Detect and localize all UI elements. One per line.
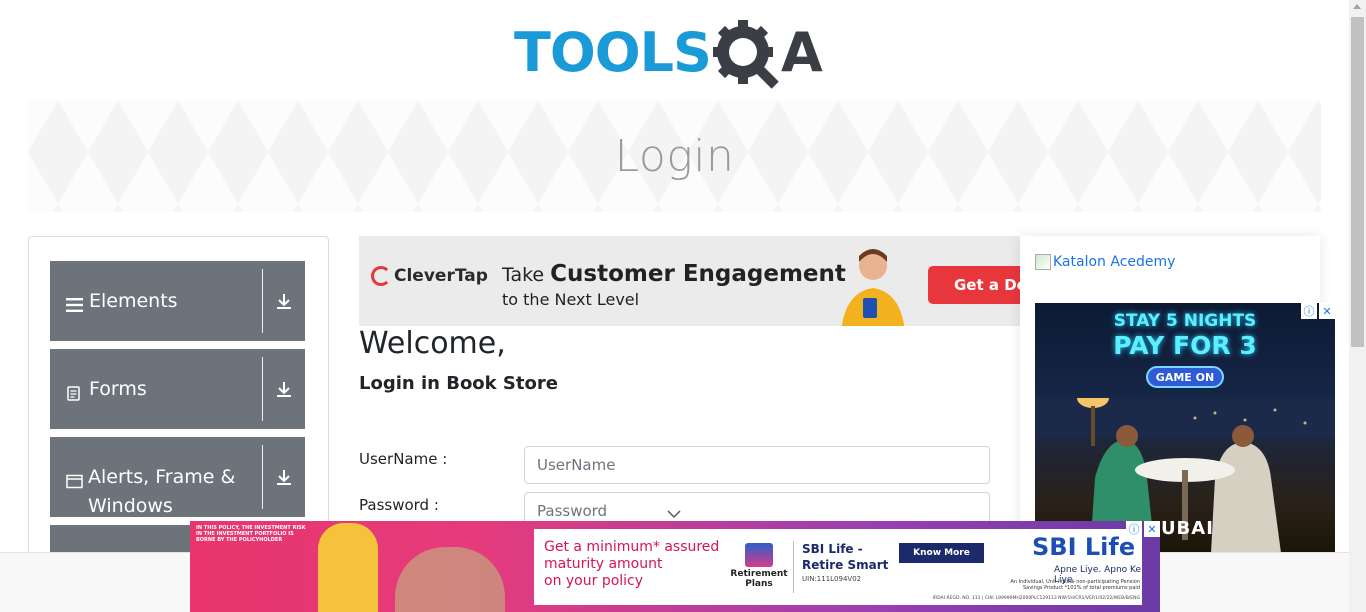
left-sidebar: Elements Forms Alerts, Frame & Windows [28,236,329,566]
woman-with-phone-image [841,249,905,326]
palm-tree-icon [745,543,773,567]
ad-disclaimer: IN THIS POLICY, THE INVESTMENT RISK IN T… [196,525,306,543]
product-uin: UIN:111L094V02 [802,575,862,583]
login-subtitle: Login in Book Store [359,373,558,394]
ad-content-panel: Get a minimum* assured maturity amount o… [534,529,1142,605]
page-banner: Login [28,100,1321,212]
irda-registration: IRDAI REGD. NO. 111 | CIN: L99999MH2000P… [932,596,1140,601]
ad-subline: to the Next Level [502,290,640,309]
ad-copy-line: on your policy [544,573,644,589]
username-label: UserName : [359,450,448,468]
sidebar-group-elements[interactable]: Elements [50,261,305,341]
retirement-plans-badge: Retirement Plans [730,543,788,589]
clevertap-brand: CleverTap [394,266,488,286]
rp-line: Retirement [730,569,788,579]
product-line: Retire Smart [802,558,889,572]
adult-image [395,547,505,612]
ad-headline-bold: Customer Engagement [550,261,846,287]
ad-offer-line2: PAY FOR 3 [1113,331,1257,360]
page-scrollbar[interactable] [1349,0,1366,612]
product-name: SBI Life - Retire Smart [802,541,888,573]
ad-offer-line1: STAY 5 NIGHTS [1113,311,1257,331]
username-input[interactable] [524,446,990,484]
toolsqa-logo[interactable]: TOOLS A [514,14,840,92]
ad-close-icon[interactable]: ✕ [1319,303,1335,319]
clevertap-ad[interactable]: CleverTap Take Customer Engagement to th… [359,236,1020,326]
sidebar-group-forms[interactable]: Forms [50,349,305,429]
game-on-button[interactable]: GAME ON [1146,366,1224,388]
sidebar-group-label: Forms [89,378,147,400]
sidebar-group-label: Alerts, Frame & Windows [88,466,236,517]
ad-info-icon[interactable]: ⓘ [1301,303,1317,319]
download-arrow-icon[interactable] [263,437,305,517]
hamburger-icon [66,293,84,322]
sbi-life-logo: SBI Life [1032,533,1136,561]
download-arrow-icon[interactable] [263,261,305,341]
welcome-heading: Welcome, [359,326,506,361]
password-label: Password : [359,496,439,514]
divider [262,357,263,421]
logo-qa-text: A [780,21,823,84]
download-arrow-icon[interactable] [263,349,305,429]
page-title: Login [614,130,735,182]
ad-headline: Take Customer Engagement [502,261,846,287]
clevertap-logo: CleverTap [371,266,488,286]
scroll-up-arrow-icon[interactable] [1353,4,1361,9]
ad-copy: Get a minimum* assured maturity amount o… [544,539,719,590]
divider [793,541,794,593]
ad-headline-prefix: Take [502,264,545,286]
window-icon [66,469,83,498]
ad-close-icon[interactable]: ✕ [1144,521,1160,537]
product-line: SBI Life - [802,542,863,556]
ad-copy-line: maturity amount [544,556,663,572]
katalon-academy-link[interactable]: Katalon Acedemy [1035,254,1175,270]
divider [262,445,263,509]
chevron-down-icon [667,510,681,519]
ad-info-icon[interactable]: ⓘ [1126,521,1142,537]
clevertap-ring-icon [371,266,391,286]
scroll-thumb[interactable] [1351,17,1364,347]
ad-fine-print: An Individual, Unit-linked, non-particip… [1010,579,1140,591]
dubai-ad[interactable]: STAY 5 NIGHTS PAY FOR 3 GAME ON DUBAI ⓘ … [1035,303,1335,553]
rp-line: Plans [745,579,773,589]
sbi-life-ad[interactable]: IN THIS POLICY, THE INVESTMENT RISK IN T… [190,521,1160,612]
logo-tools-text: TOOLS [514,21,712,84]
get-a-demo-button[interactable]: Get a De [928,266,1020,304]
child-image [318,523,378,612]
know-more-button[interactable]: Know More [899,543,984,563]
sidebar-group-label: Elements [89,290,178,312]
sidebar-group-alerts-frame-windows[interactable]: Alerts, Frame & Windows [50,437,305,517]
broken-image-icon [1035,254,1051,270]
document-icon [66,381,84,410]
ad-copy-line: Get a minimum* assured [544,539,720,555]
katalon-alt-text: Katalon Acedemy [1053,254,1176,270]
divider [262,269,263,333]
gear-magnifier-icon [712,20,779,89]
